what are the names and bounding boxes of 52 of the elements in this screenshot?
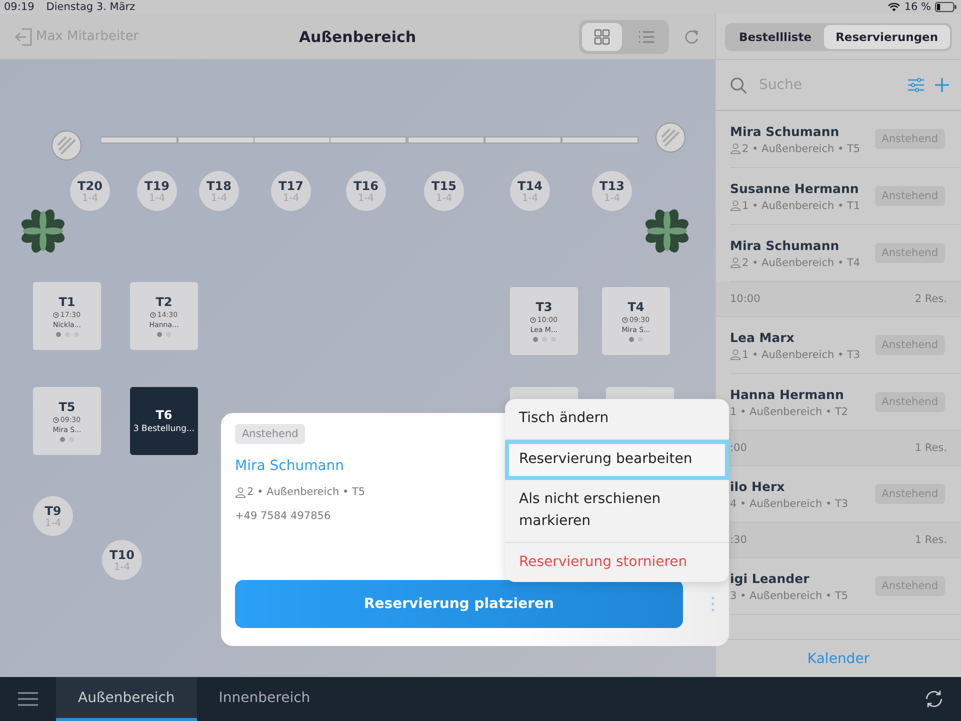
table-label: T4 — [628, 300, 644, 314]
table-label: T5 — [58, 400, 76, 414]
guest-name: Mira Schumann — [730, 124, 840, 138]
menu-item[interactable]: Reservierung bearbeiten — [505, 440, 729, 480]
page-title: Außenbereich — [298, 28, 416, 46]
reservation-details: 1 • Außenbereich • T1 — [742, 200, 860, 212]
reservation-details: 1 • Außenbereich • T2 — [730, 406, 848, 418]
status-badge: Anstehend — [235, 424, 306, 444]
area-tab[interactable]: Innenbereich — [196, 677, 332, 721]
guest-name: Lea Marx — [730, 330, 796, 344]
status-date: Dienstag 3. März — [46, 1, 136, 13]
table-label: T3 — [536, 300, 552, 314]
time-header: 10:00 — [730, 293, 760, 305]
status-time: 09:19 — [4, 1, 34, 13]
table-label: T13 — [600, 178, 624, 192]
reservation-details: 4 • Außenbereich • T3 — [730, 498, 848, 510]
table-label: T20 — [78, 178, 102, 192]
reservation-details: 1 • Außenbereich • T3 — [742, 348, 860, 360]
table-label: T1 — [58, 295, 76, 309]
time-header: :00 — [730, 442, 747, 454]
reservation-details: 2 • Außenbereich • T4 — [742, 256, 860, 268]
guest-name: Mira Schumann — [235, 458, 344, 474]
table-label: T15 — [432, 178, 456, 192]
menu-item[interactable]: Als nicht erschienen markieren — [505, 480, 729, 543]
table-label: T19 — [144, 178, 170, 192]
table-label: T18 — [206, 178, 232, 192]
table-label: T10 — [110, 548, 134, 562]
guest-name: Mira Schumann — [730, 238, 840, 252]
reservation-details: 2 • Außenbereich • T5 — [247, 486, 366, 498]
table-label: T16 — [354, 178, 378, 192]
guest-name: igi Leander — [730, 570, 810, 586]
table-label: T17 — [278, 178, 304, 192]
reservation-count: 2 Res. — [914, 293, 947, 305]
guest-name: Hanna Hermann — [730, 386, 845, 402]
phone-number: +49 7584 497856 — [235, 510, 331, 522]
segment-tab[interactable]: Bestellliste — [726, 24, 824, 48]
table-label: T2 — [156, 295, 172, 309]
battery-percent: 16 % — [904, 1, 931, 13]
area-tab[interactable]: Außenbereich — [56, 677, 197, 721]
time-header: :30 — [730, 534, 747, 546]
table-label: T9 — [44, 504, 62, 518]
reservation-count: 1 Res. — [914, 442, 947, 454]
table-label: T14 — [518, 178, 542, 192]
occupied-table[interactable]: T6 3 Bestellung... — [130, 387, 198, 455]
guest-name: Susanne Hermann — [730, 180, 860, 196]
order-count: 3 Bestellung... — [133, 424, 195, 434]
reservation-details: 2 • Außenbereich • T5 — [742, 142, 860, 154]
table-label: T6 — [156, 408, 172, 422]
reservation-count: 1 Res. — [914, 534, 947, 546]
guest-name: ilo Herx — [730, 478, 786, 494]
segment-tab[interactable]: Reservierungen — [824, 24, 950, 48]
reservation-details: 3 • Außenbereich • T5 — [730, 590, 848, 602]
